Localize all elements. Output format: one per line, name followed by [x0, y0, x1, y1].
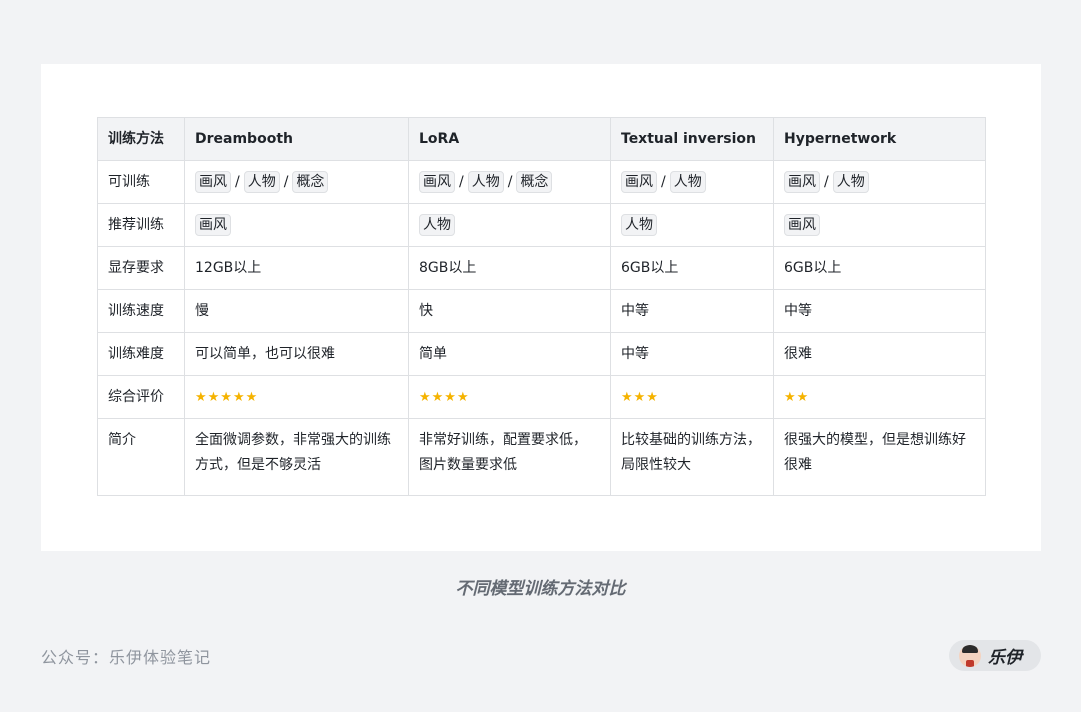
tag: 画风: [784, 213, 820, 236]
cell-rating-lora: ★★★★: [408, 375, 611, 419]
header-textual-inversion: Textual inversion: [610, 117, 774, 161]
account-label: 公众号：乐伊体验笔记: [41, 648, 212, 667]
cell-difficulty-textual: 中等: [610, 332, 774, 376]
cell-speed-textual: 中等: [610, 289, 774, 333]
row-label-vram: 显存要求: [97, 246, 185, 290]
cell-vram-textual: 6GB以上: [610, 246, 774, 290]
author-name: 乐伊: [988, 648, 1022, 668]
cell-recommended-textual: 人物: [610, 203, 774, 247]
star-rating-icon: ★★★★: [419, 389, 470, 405]
cell-summary-dreambooth: 全面微调参数，非常强大的训练方式，但是不够灵活: [184, 418, 409, 496]
table-row: 推荐训练 画风 人物 人物 画风: [97, 203, 986, 247]
tag: 人物: [832, 170, 869, 193]
separator: /: [507, 173, 513, 190]
cell-trainable-textual: 画风 / 人物: [610, 160, 774, 204]
cell-recommended-hyper: 画风: [773, 203, 986, 247]
star-rating-icon: ★★★★★: [195, 389, 259, 405]
separator: /: [235, 173, 240, 190]
cell-trainable-lora: 画风 / 人物 / 概念: [408, 160, 611, 204]
tag: 概念: [292, 170, 329, 193]
row-label-difficulty: 训练难度: [97, 332, 185, 376]
header-method: 训练方法: [97, 117, 185, 161]
separator: /: [459, 173, 464, 190]
cell-rating-hyper: ★★: [773, 375, 986, 419]
header-dreambooth: Dreambooth: [184, 117, 409, 161]
row-label-summary: 简介: [97, 418, 185, 496]
table-row: 简介 全面微调参数，非常强大的训练方式，但是不够灵活 非常好训练，配置要求低，图…: [97, 418, 986, 496]
table-row: 训练难度 可以简单，也可以很难 简单 中等 很难: [97, 332, 986, 376]
cell-summary-hyper: 很强大的模型，但是想训练好很难: [773, 418, 986, 496]
tag: 人物: [467, 170, 504, 193]
row-label-recommended: 推荐训练: [97, 203, 185, 247]
table-row: 显存要求 12GB以上 8GB以上 6GB以上 6GB以上: [97, 246, 986, 290]
tag: 画风: [419, 170, 455, 193]
cell-rating-textual: ★★★: [610, 375, 774, 419]
tag: 画风: [195, 170, 231, 193]
cell-difficulty-lora: 简单: [408, 332, 611, 376]
tag: 概念: [516, 170, 553, 193]
separator: /: [283, 173, 289, 190]
figure-caption: 不同模型训练方法对比: [455, 579, 626, 599]
cell-trainable-hyper: 画风 / 人物: [773, 160, 986, 204]
cell-speed-lora: 快: [408, 289, 611, 333]
cell-speed-dreambooth: 慢: [184, 289, 409, 333]
tag: 人物: [243, 170, 280, 193]
author-badge: 乐伊: [949, 640, 1041, 671]
avatar: [959, 644, 981, 667]
star-rating-icon: ★★: [784, 389, 810, 405]
tag: 画风: [784, 170, 820, 193]
cell-recommended-lora: 人物: [408, 203, 611, 247]
cell-difficulty-hyper: 很难: [773, 332, 986, 376]
separator: /: [824, 173, 829, 190]
row-label-speed: 训练速度: [97, 289, 185, 333]
table-row: 综合评价 ★★★★★ ★★★★ ★★★ ★★: [97, 375, 986, 419]
table-row: 训练速度 慢 快 中等 中等: [97, 289, 986, 333]
cell-speed-hyper: 中等: [773, 289, 986, 333]
row-label-rating: 综合评价: [97, 375, 185, 419]
cell-vram-lora: 8GB以上: [408, 246, 611, 290]
tag: 画风: [195, 213, 231, 236]
cell-rating-dreambooth: ★★★★★: [184, 375, 409, 419]
cell-vram-dreambooth: 12GB以上: [184, 246, 409, 290]
tag: 人物: [669, 170, 706, 193]
comparison-table: 训练方法 Dreambooth LoRA Textual inversion H…: [97, 117, 986, 496]
separator: /: [661, 173, 666, 190]
tag: 画风: [621, 170, 657, 193]
table-header-row: 训练方法 Dreambooth LoRA Textual inversion H…: [97, 117, 986, 161]
cell-trainable-dreambooth: 画风 / 人物 / 概念: [184, 160, 409, 204]
cell-recommended-dreambooth: 画风: [184, 203, 409, 247]
table-row: 可训练 画风 / 人物 / 概念 画风 / 人物 / 概念 画风 / 人物 画风 / 人物: [97, 160, 986, 204]
cell-summary-textual: 比较基础的训练方法，局限性较大: [610, 418, 774, 496]
header-hypernetwork: Hypernetwork: [773, 117, 986, 161]
cell-summary-lora: 非常好训练，配置要求低，图片数量要求低: [408, 418, 611, 496]
row-label-trainable: 可训练: [97, 160, 185, 204]
header-lora: LoRA: [408, 117, 611, 161]
star-rating-icon: ★★★: [621, 389, 659, 405]
tag: 人物: [621, 213, 657, 236]
content-card: 训练方法 Dreambooth LoRA Textual inversion H…: [41, 64, 1041, 551]
cell-difficulty-dreambooth: 可以简单，也可以很难: [184, 332, 409, 376]
tag: 人物: [419, 213, 455, 236]
cell-vram-hyper: 6GB以上: [773, 246, 986, 290]
